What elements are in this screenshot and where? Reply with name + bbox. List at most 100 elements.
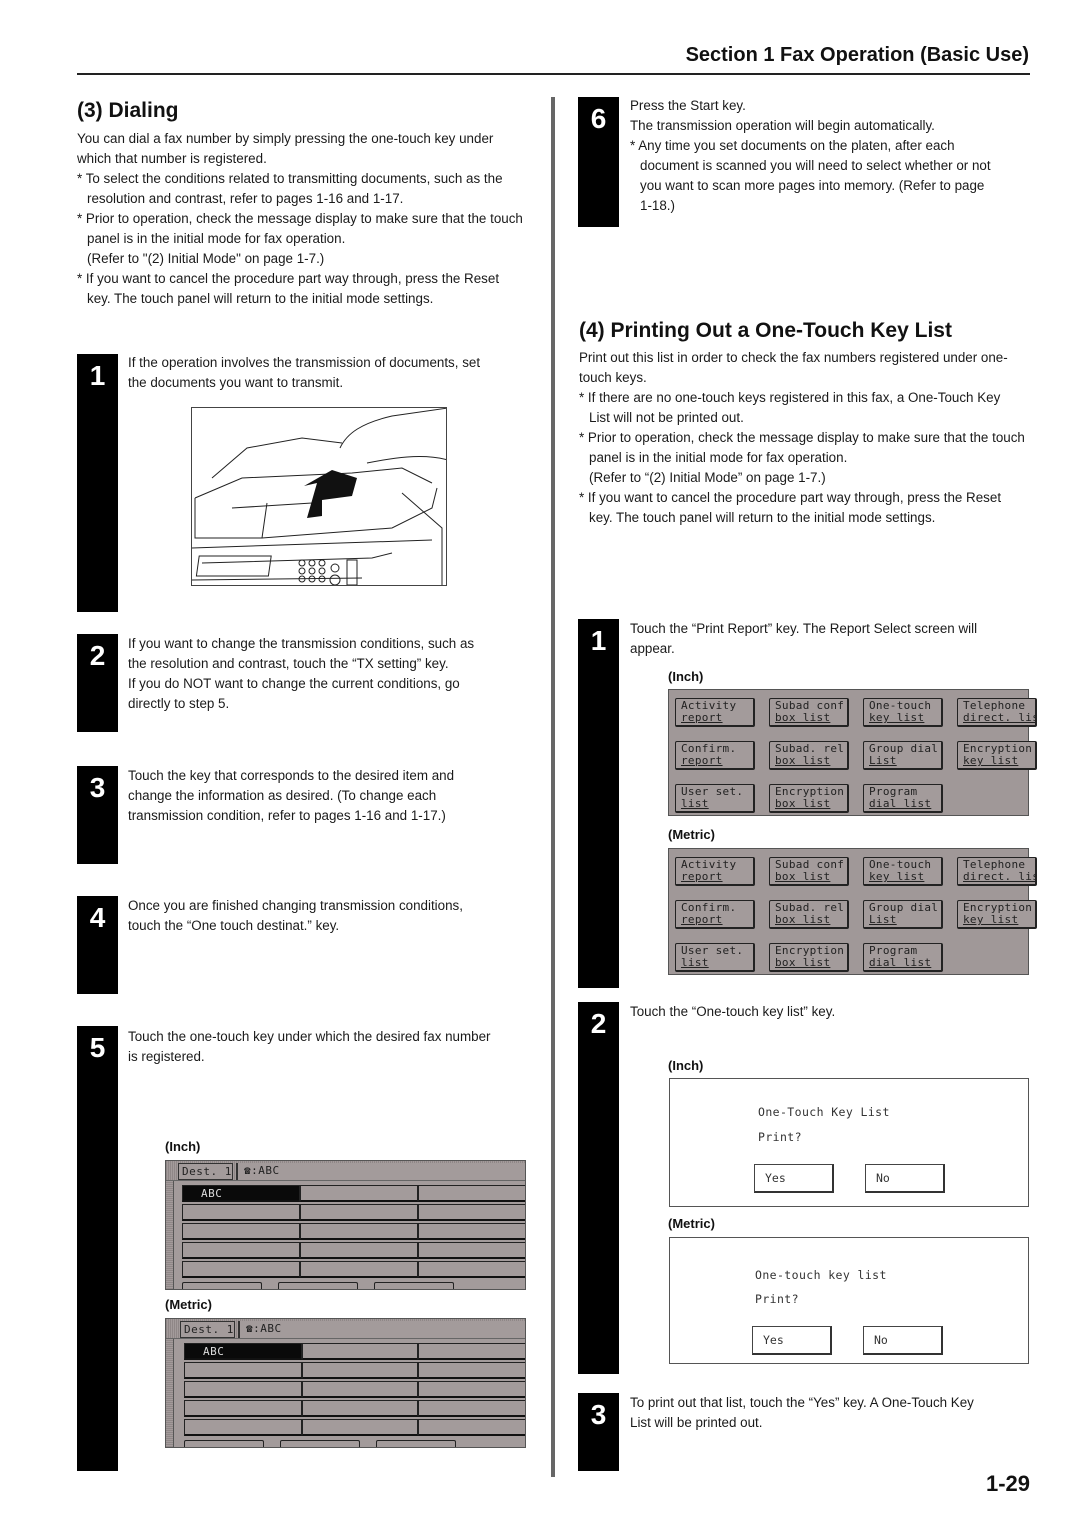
- panel-bottom-button[interactable]: [278, 1282, 358, 1289]
- report-key[interactable]: Confirm. report: [675, 741, 755, 770]
- one-touch-key[interactable]: [418, 1419, 525, 1436]
- one-touch-key-selected[interactable]: ABC: [184, 1343, 302, 1360]
- step-bar-2: 2: [77, 634, 118, 732]
- one-touch-key[interactable]: [182, 1223, 300, 1240]
- panel-bottom-button[interactable]: [182, 1282, 262, 1289]
- dialing-step-6-text: Press the Start key. The transmission op…: [630, 96, 991, 216]
- text-line: Once you are finished changing transmiss…: [128, 898, 463, 913]
- one-touch-key[interactable]: [182, 1242, 300, 1259]
- report-key[interactable]: Telephonedirect. list: [957, 857, 1037, 886]
- report-key-label: List: [869, 913, 897, 926]
- one-touch-key[interactable]: [418, 1185, 525, 1202]
- destination-tab[interactable]: Dest. 1: [178, 1163, 233, 1180]
- one-touch-key[interactable]: [184, 1381, 302, 1398]
- report-key[interactable]: Activity report: [675, 857, 755, 886]
- report-key[interactable]: One-touch key list: [863, 698, 943, 727]
- printing-step-2-text: Touch the “One-touch key list” key.: [630, 1002, 835, 1022]
- text-line: touch the “One touch destinat.” key.: [128, 918, 340, 933]
- one-touch-key[interactable]: [182, 1261, 300, 1278]
- one-touch-key[interactable]: [302, 1381, 418, 1398]
- text-line: transmission condition, refer to pages 1…: [128, 808, 446, 823]
- one-touch-key[interactable]: [418, 1362, 525, 1379]
- report-key[interactable]: Activity report: [675, 698, 755, 727]
- step-bar-6: 6: [578, 97, 619, 227]
- report-key[interactable]: User set. list: [675, 943, 755, 972]
- report-key[interactable]: Subad. rel box list: [769, 741, 849, 770]
- report-key[interactable]: Group dial List: [863, 900, 943, 929]
- one-touch-key[interactable]: [302, 1343, 418, 1360]
- step-bar-1: 1: [77, 354, 118, 612]
- section-header: Section 1 Fax Operation (Basic Use): [685, 44, 1029, 66]
- panel-bottom-button[interactable]: [184, 1440, 264, 1447]
- report-key[interactable]: Subad conf box list: [769, 698, 849, 727]
- text-line: directly to step 5.: [128, 696, 230, 711]
- one-touch-key[interactable]: [184, 1400, 302, 1417]
- fax-machine-drawing: [192, 408, 446, 585]
- no-button[interactable]: No: [865, 1164, 945, 1193]
- one-touch-key[interactable]: [300, 1204, 418, 1221]
- dialing-intro: You can dial a fax number by simply pres…: [77, 131, 494, 166]
- report-key-label: box list: [775, 711, 831, 724]
- report-key[interactable]: Subad conf box list: [769, 857, 849, 886]
- report-key[interactable]: One-touch key list: [863, 857, 943, 886]
- panel-bottom-button[interactable]: [376, 1440, 456, 1447]
- step-bar-3: 3: [77, 766, 118, 864]
- print-confirm-dialog-inch: One-Touch Key List Print? Yes No: [669, 1078, 1029, 1207]
- printing-title: (4) Printing Out a One-Touch Key List: [579, 319, 952, 342]
- one-touch-key[interactable]: [302, 1362, 418, 1379]
- report-key[interactable]: Encryption key list: [957, 900, 1037, 929]
- text-line: * Any time you set documents on the plat…: [630, 138, 955, 153]
- one-touch-key[interactable]: [418, 1223, 525, 1240]
- printing-note-3: * If you want to cancel the procedure pa…: [579, 490, 1002, 525]
- report-key[interactable]: User set. list: [675, 784, 755, 813]
- one-touch-key[interactable]: [300, 1261, 418, 1278]
- dialing-note-2: * Prior to operation, check the message …: [77, 211, 523, 246]
- report-key[interactable]: Encryption box list: [769, 784, 849, 813]
- no-button[interactable]: No: [863, 1326, 943, 1355]
- one-touch-key[interactable]: [418, 1261, 525, 1278]
- one-touch-key[interactable]: [300, 1242, 418, 1259]
- column-divider: [551, 97, 555, 1477]
- text-line: The transmission operation will begin au…: [630, 118, 935, 133]
- yes-button[interactable]: Yes: [752, 1326, 832, 1355]
- report-key-label: box list: [775, 913, 831, 926]
- one-touch-key[interactable]: [418, 1381, 525, 1398]
- one-touch-key[interactable]: [182, 1204, 300, 1221]
- one-touch-key[interactable]: [302, 1419, 418, 1436]
- report-key[interactable]: Subad. rel box list: [769, 900, 849, 929]
- one-touch-destination-panel-inch: Dest. 1 ☎:ABC ABC: [165, 1160, 526, 1290]
- text-line: Press the Start key.: [630, 98, 746, 113]
- one-touch-key[interactable]: [184, 1362, 302, 1379]
- one-touch-key[interactable]: [184, 1419, 302, 1436]
- step-bar-5: 5: [77, 1026, 118, 1471]
- step-number: 2: [590, 1008, 607, 1039]
- printing-step-bar-2: 2: [578, 1002, 619, 1374]
- report-key[interactable]: Encryption key list: [957, 741, 1037, 770]
- one-touch-key[interactable]: [418, 1242, 525, 1259]
- printing-note-1: * If there are no one-touch keys registe…: [579, 390, 1001, 425]
- report-key[interactable]: Encryption box list: [769, 943, 849, 972]
- report-key[interactable]: Group dial List: [863, 741, 943, 770]
- panel-bottom-button[interactable]: [374, 1282, 454, 1289]
- report-key[interactable]: Program dial list: [863, 784, 943, 813]
- one-touch-key[interactable]: [418, 1400, 525, 1417]
- report-key[interactable]: Telephonedirect. list: [957, 698, 1037, 727]
- yes-button[interactable]: Yes: [754, 1164, 834, 1193]
- one-touch-key[interactable]: [300, 1223, 418, 1240]
- step-number: 2: [89, 640, 106, 671]
- destination-tab[interactable]: Dest. 1: [180, 1321, 235, 1338]
- dialing-step-1-text: If the operation involves the transmissi…: [128, 353, 480, 393]
- report-key-label: dial list: [869, 956, 932, 969]
- step-number: 1: [590, 625, 607, 656]
- panel-bottom-button[interactable]: [280, 1440, 360, 1447]
- one-touch-key[interactable]: [302, 1400, 418, 1417]
- insert-arrow-icon: [304, 470, 357, 518]
- one-touch-key[interactable]: [300, 1185, 418, 1202]
- one-touch-key-selected[interactable]: ABC: [182, 1185, 300, 1202]
- report-key[interactable]: Confirm. report: [675, 900, 755, 929]
- one-touch-key[interactable]: [418, 1204, 525, 1221]
- report-key-label: report: [681, 754, 723, 767]
- one-touch-key[interactable]: [418, 1343, 525, 1360]
- report-key-label: report: [681, 870, 723, 883]
- report-key[interactable]: Program dial list: [863, 943, 943, 972]
